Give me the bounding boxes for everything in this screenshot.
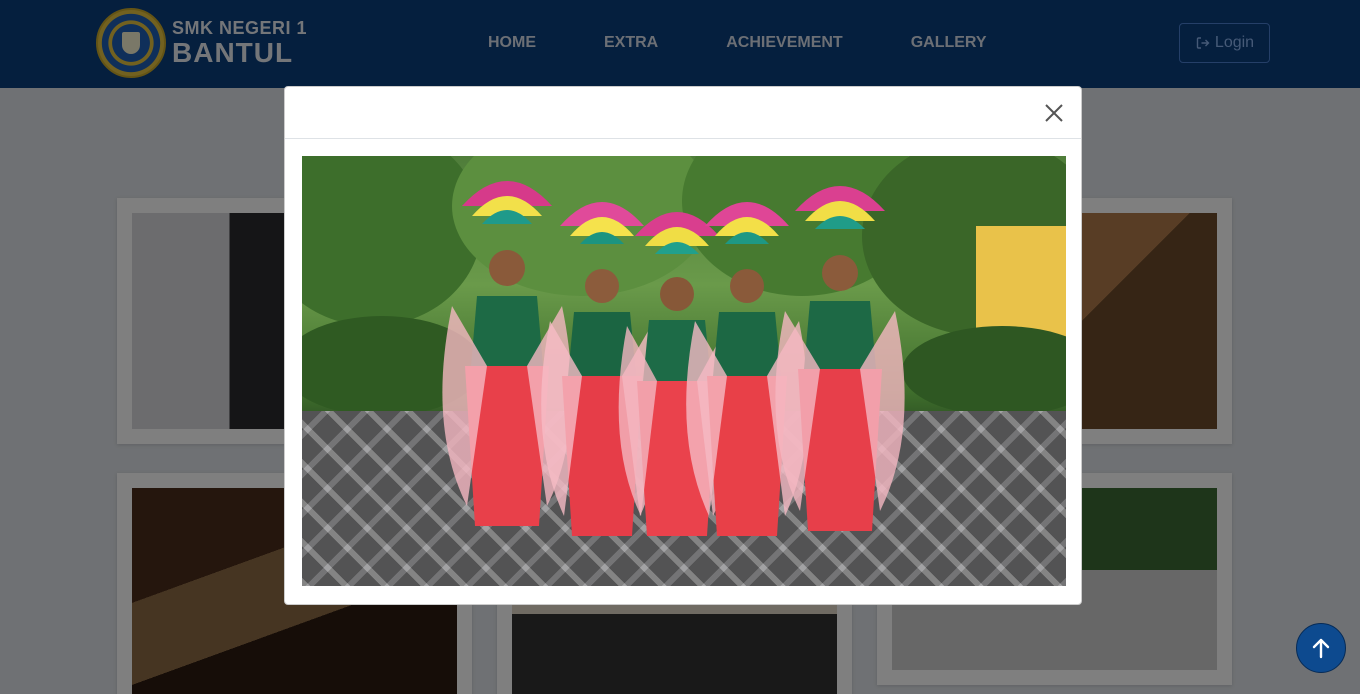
modal-body: [302, 156, 1066, 586]
scroll-top-button[interactable]: [1296, 623, 1346, 673]
arrow-up-icon: [1312, 638, 1330, 659]
image-modal: [284, 86, 1082, 605]
modal-photo: [302, 156, 1066, 586]
close-icon[interactable]: [1043, 102, 1065, 124]
modal-header: [285, 87, 1081, 139]
